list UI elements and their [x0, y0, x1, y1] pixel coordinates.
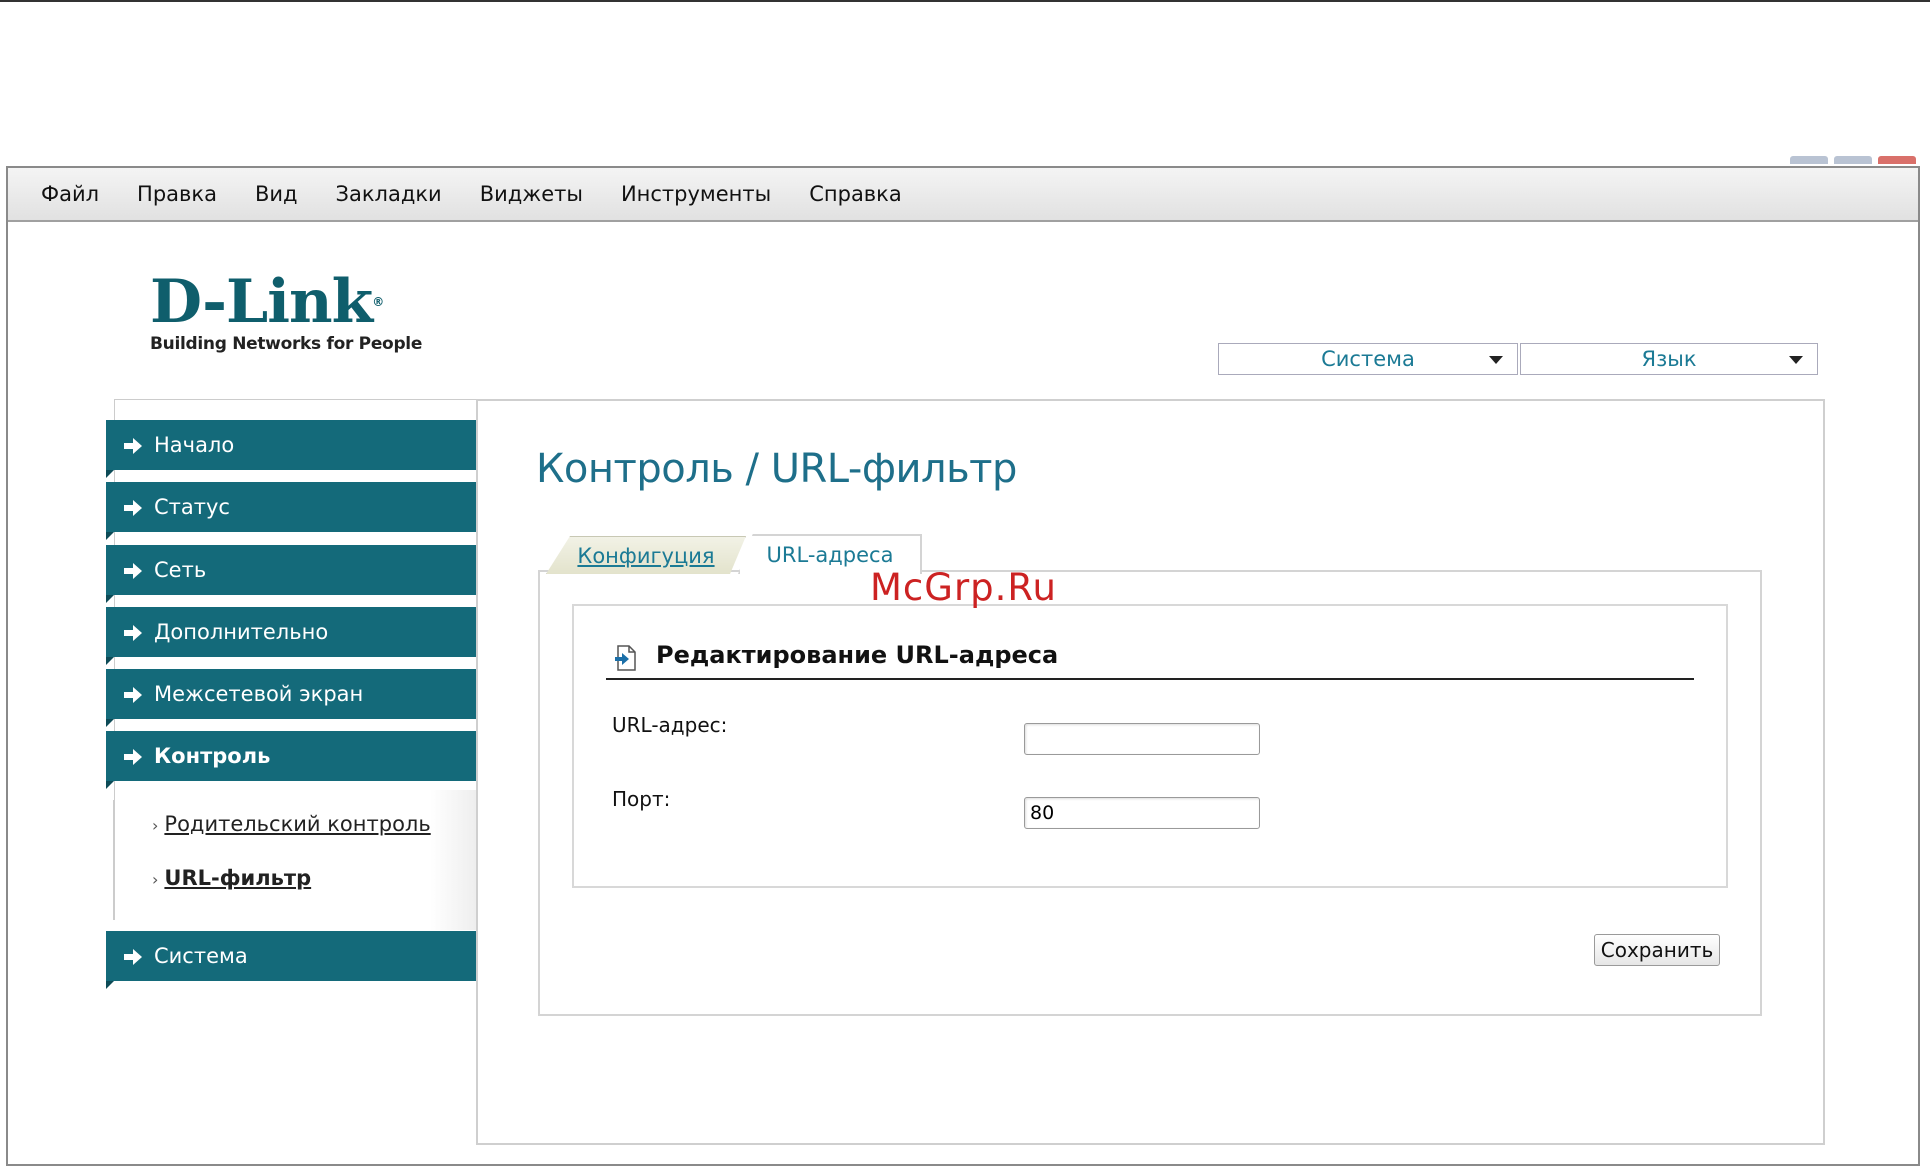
section-divider [606, 678, 1694, 680]
sidebar-item-label: Начало [154, 433, 235, 457]
sidebar-subitem-label[interactable]: Родительский контроль [164, 812, 430, 836]
arrow-right-icon [124, 438, 142, 454]
sidebar-item-system[interactable]: Система [106, 931, 476, 989]
menu-edit[interactable]: Правка [118, 182, 236, 206]
port-label: Порт: [612, 787, 671, 811]
dlink-logo: D-Link® Building Networks for People [150, 272, 422, 354]
chevron-right-icon: › [152, 870, 159, 889]
sidebar-item-label: Контроль [154, 744, 271, 768]
arrow-right-icon [124, 949, 142, 965]
chevron-down-icon [1489, 356, 1503, 364]
tab-configuration[interactable]: Конфигуция [546, 536, 746, 574]
sidebar-subitem-url-filter[interactable]: › URL-фильтр [152, 866, 311, 890]
sidebar-item-label: Дополнительно [154, 620, 329, 644]
chevron-right-icon: › [152, 816, 159, 835]
language-select[interactable]: Язык [1520, 343, 1818, 375]
close-button[interactable] [1878, 156, 1916, 164]
arrow-right-icon [124, 749, 142, 765]
menu-bar: Файл Правка Вид Закладки Виджеты Инструм… [8, 168, 1918, 222]
menu-view[interactable]: Вид [236, 182, 317, 206]
edit-document-icon [615, 645, 636, 671]
watermark-text: McGrp.Ru [870, 566, 1057, 609]
arrow-right-icon [124, 500, 142, 516]
sidebar-subitem-label[interactable]: URL-фильтр [164, 866, 311, 890]
sidebar-item-network[interactable]: Сеть [106, 545, 476, 603]
url-input[interactable] [1024, 723, 1260, 755]
system-select-label: Система [1321, 347, 1415, 371]
sidebar-item-status[interactable]: Статус [106, 482, 476, 540]
sidebar-item-label: Система [154, 944, 248, 968]
submenu-guide [113, 800, 114, 920]
menu-bookmarks[interactable]: Закладки [317, 182, 461, 206]
arrow-right-icon [124, 687, 142, 703]
window-controls [1790, 156, 1916, 166]
logo-wordmark: D-Link® [150, 267, 384, 337]
chevron-down-icon [1789, 356, 1803, 364]
sidebar-item-home[interactable]: Начало [106, 420, 476, 478]
port-input[interactable] [1024, 797, 1260, 829]
minimize-button[interactable] [1790, 156, 1828, 164]
top-border [0, 0, 1930, 2]
menu-widgets[interactable]: Виджеты [461, 182, 602, 206]
arrow-right-icon [124, 625, 142, 641]
sidebar-item-label: Сеть [154, 558, 207, 582]
sidebar-item-label: Межсетевой экран [154, 682, 364, 706]
menu-help[interactable]: Справка [790, 182, 921, 206]
sidebar-item-label: Статус [154, 495, 230, 519]
sidebar-shade [430, 790, 476, 930]
url-label: URL-адрес: [612, 713, 728, 737]
menu-file[interactable]: Файл [22, 182, 118, 206]
page-title: Контроль / URL-фильтр [536, 446, 1017, 492]
sidebar-item-control[interactable]: Контроль [106, 731, 476, 789]
sidebar-subitem-parental[interactable]: › Родительский контроль [152, 812, 431, 836]
sidebar-item-firewall[interactable]: Межсетевой экран [106, 669, 476, 727]
save-button[interactable]: Сохранить [1594, 934, 1720, 966]
sidebar-item-advanced[interactable]: Дополнительно [106, 607, 476, 665]
system-select[interactable]: Система [1218, 343, 1518, 375]
section-title: Редактирование URL-адреса [656, 641, 1059, 669]
maximize-button[interactable] [1834, 156, 1872, 164]
menu-tools[interactable]: Инструменты [602, 182, 790, 206]
language-select-label: Язык [1641, 347, 1697, 371]
logo-tagline: Building Networks for People [150, 334, 423, 354]
arrow-right-icon [124, 563, 142, 579]
sidebar-frame [114, 399, 479, 920]
